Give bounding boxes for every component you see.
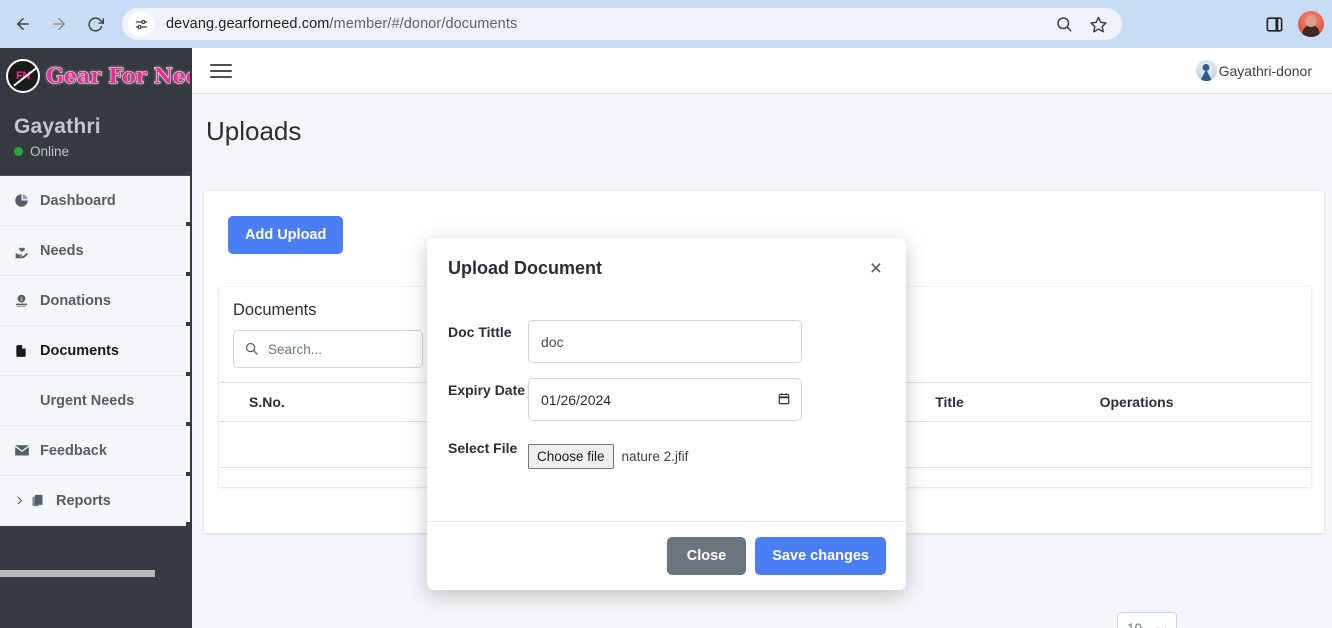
chevron-right-icon <box>14 495 28 506</box>
star-icon[interactable] <box>1089 15 1108 34</box>
back-button[interactable] <box>6 7 40 41</box>
forward-button[interactable] <box>42 7 76 41</box>
selected-file-name: nature 2.jfif <box>621 449 689 464</box>
brand-mark-text: FN <box>16 69 30 82</box>
select-file-row: Select File Choose file nature 2.jfif <box>448 436 885 469</box>
money-icon: $ <box>14 293 36 308</box>
sidebar-item-dashboard[interactable]: Dashboard <box>0 176 192 226</box>
sidebar: FN Gear For Need Gayathri Online Dashboa… <box>0 48 192 628</box>
sidebar-scrollbar[interactable] <box>0 566 192 580</box>
sidebar-item-label: Documents <box>40 342 119 359</box>
url-text: devang.gearforneed.com/member/#/donor/do… <box>166 16 517 32</box>
table-cell <box>1099 421 1311 468</box>
sidebar-item-label: Dashboard <box>40 192 116 209</box>
table-cell <box>219 421 431 468</box>
expiry-date-label: Expiry Date <box>448 382 526 398</box>
expiry-date-row: Expiry Date <box>448 378 885 421</box>
topbar-user-menu[interactable]: Gayathri-donor <box>1195 60 1312 81</box>
choose-file-button[interactable]: Choose file <box>528 444 614 469</box>
th-sno[interactable]: S.No. <box>219 382 431 422</box>
sidebar-nav: Dashboard Needs $ Donations Documents Ur… <box>0 176 192 526</box>
hamburger-icon[interactable] <box>210 60 232 82</box>
status-label: Online <box>30 144 70 159</box>
topbar-username: Gayathri-donor <box>1218 62 1312 79</box>
close-icon[interactable]: × <box>866 256 886 281</box>
modal-header: Upload Document × <box>427 238 906 298</box>
sidebar-user-panel: Gayathri Online <box>0 103 192 175</box>
profile-avatar[interactable] <box>1298 11 1324 37</box>
sidebar-item-feedback[interactable]: Feedback <box>0 426 192 476</box>
select-file-label: Select File <box>448 440 518 456</box>
search-icon[interactable] <box>1055 15 1073 33</box>
modal-title: Upload Document <box>448 257 603 278</box>
sidebar-user-status: Online <box>14 144 192 159</box>
url-domain: devang.gearforneed.com <box>166 16 330 32</box>
modal-footer: Close Save changes <box>427 521 906 590</box>
hamburger-line <box>210 69 232 72</box>
browser-chrome: devang.gearforneed.com/member/#/donor/do… <box>0 0 1332 48</box>
hand-heart-icon <box>14 243 36 259</box>
reload-button[interactable] <box>78 7 112 41</box>
th-operations[interactable]: Operations <box>1099 382 1311 422</box>
sidebar-item-label: Needs <box>40 242 84 259</box>
file-field-wrapper: Choose file nature 2.jfif <box>528 436 885 469</box>
sidebar-scrollbar-thumb[interactable] <box>0 570 155 577</box>
online-status-dot <box>14 147 23 156</box>
sidebar-item-documents[interactable]: Documents <box>0 326 192 376</box>
save-changes-button[interactable]: Save changes <box>755 537 886 575</box>
page-size-wrapper: 10 25 50 100 <box>1117 612 1177 628</box>
site-settings-icon[interactable] <box>128 11 154 37</box>
pie-chart-icon <box>14 193 36 208</box>
copy-icon <box>30 493 52 508</box>
envelope-icon <box>14 444 36 457</box>
omnibox-actions <box>1055 15 1112 34</box>
hamburger-line <box>210 75 232 78</box>
close-button[interactable]: Close <box>666 537 747 575</box>
side-panel-icon[interactable] <box>1265 15 1284 34</box>
sidebar-item-needs[interactable]: Needs <box>0 226 192 276</box>
sidebar-item-urgent-needs[interactable]: Urgent Needs <box>0 376 192 426</box>
table-cell <box>935 421 1100 468</box>
add-upload-button[interactable]: Add Upload <box>228 216 344 254</box>
browser-nav-buttons <box>0 7 112 41</box>
page-size-select[interactable]: 10 25 50 100 <box>1117 612 1177 628</box>
brand-mark-icon: FN <box>6 58 40 93</box>
sidebar-item-label: Reports <box>56 492 111 509</box>
sidebar-item-donations[interactable]: $ Donations <box>0 276 192 326</box>
doc-title-field-wrapper <box>528 320 885 363</box>
sidebar-item-label: Donations <box>40 292 111 309</box>
expiry-field-wrapper <box>528 378 885 421</box>
page-body: FN Gear For Need Gayathri Online Dashboa… <box>0 48 1332 628</box>
sidebar-item-label: Urgent Needs <box>40 392 135 409</box>
reload-icon <box>87 16 104 32</box>
th-title[interactable]: Title <box>935 382 1100 422</box>
doc-title-input[interactable] <box>528 320 802 363</box>
url-path: /member/#/donor/documents <box>329 16 518 32</box>
forward-arrow-icon <box>53 18 65 30</box>
file-icon <box>14 343 36 359</box>
doc-title-row: Doc Tittle <box>448 320 885 363</box>
hamburger-line <box>210 63 232 66</box>
tune-icon <box>135 19 147 29</box>
back-arrow-icon <box>17 18 29 30</box>
upload-document-modal: Upload Document × Doc Tittle Expiry Date <box>427 238 906 590</box>
page-title: Uploads <box>206 116 302 146</box>
modal-body: Doc Tittle Expiry Date Select F <box>427 298 906 469</box>
avatar <box>1195 60 1217 81</box>
sidebar-item-reports[interactable]: Reports <box>0 476 192 526</box>
topbar: Gayathri-donor <box>192 48 1332 94</box>
brand-logo[interactable]: FN Gear For Need <box>0 48 192 103</box>
search-field-wrapper <box>233 330 423 368</box>
expiry-date-input[interactable] <box>528 378 802 421</box>
search-input[interactable] <box>233 330 423 368</box>
doc-title-label: Doc Tittle <box>448 324 512 340</box>
sidebar-user-name: Gayathri <box>14 115 101 138</box>
sidebar-item-label: Feedback <box>40 442 107 459</box>
date-input-wrapper <box>528 378 802 421</box>
file-input-row: Choose file nature 2.jfif <box>528 436 885 469</box>
address-bar[interactable]: devang.gearforneed.com/member/#/donor/do… <box>122 8 1122 40</box>
brand-title: Gear For Need <box>46 63 192 89</box>
browser-right-actions <box>1265 0 1324 48</box>
